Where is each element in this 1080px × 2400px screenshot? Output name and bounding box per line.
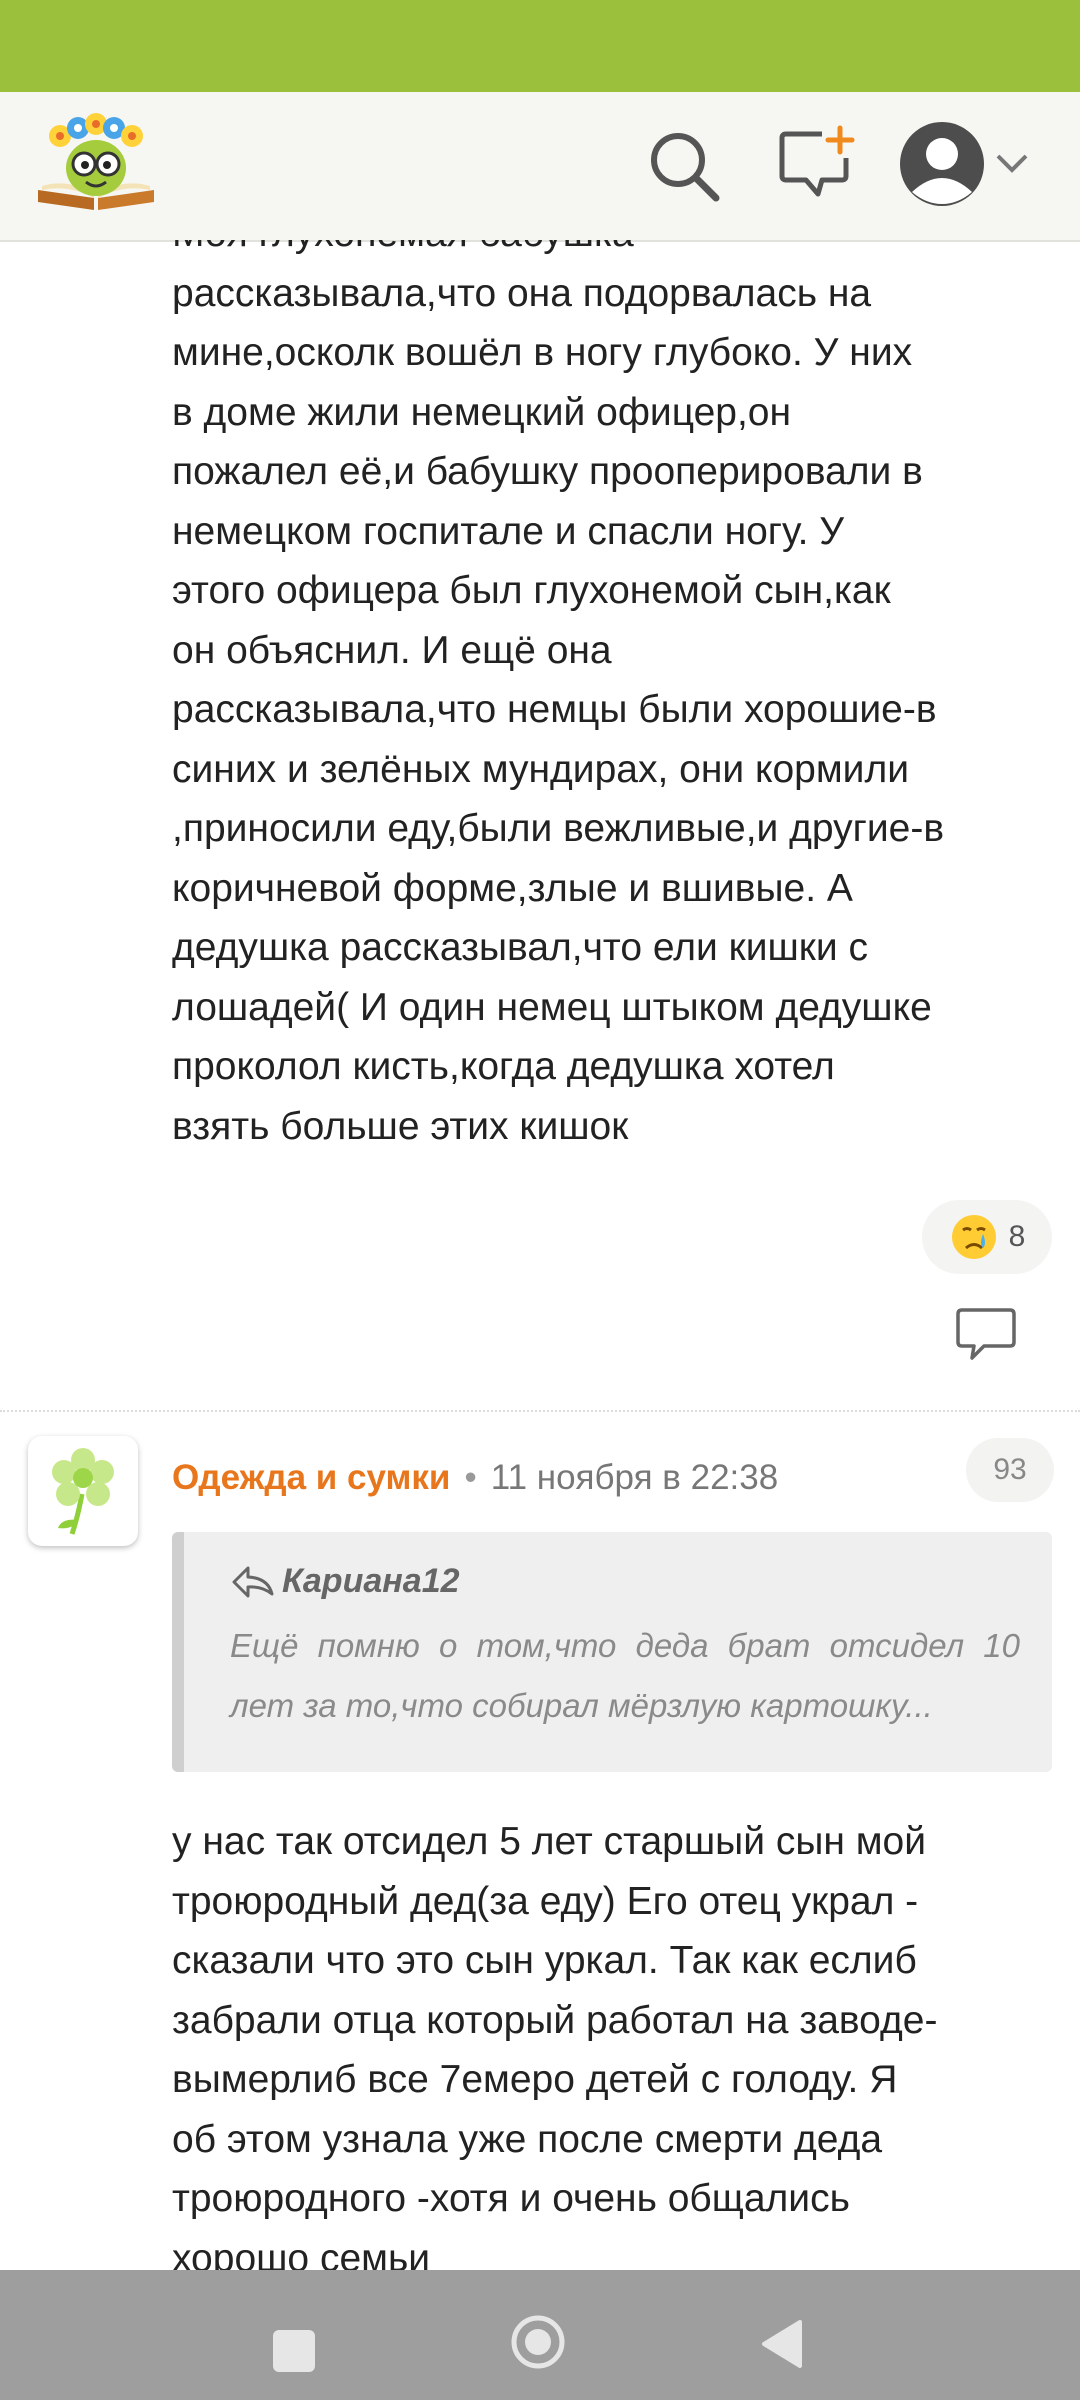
post-text: Моя глухонемая бабушка рассказывала,что … bbox=[172, 240, 1052, 1156]
recent-apps-button[interactable] bbox=[273, 2330, 315, 2372]
feed: Моя глухонемая бабушка рассказывала,что … bbox=[0, 240, 1080, 2270]
quote-text: Ещё помню о том,что деда брат отсидел 10… bbox=[230, 1627, 1020, 1724]
system-nav-bar bbox=[0, 2270, 1080, 2400]
quote-box[interactable]: Кариана12 Ещё помню о том,что деда брат … bbox=[172, 1532, 1052, 1772]
post-line: он объяснил. И ещё она bbox=[172, 628, 612, 672]
comment-meta: Одежда и сумки • 11 ноября в 22:38 bbox=[172, 1448, 778, 1508]
post-line: взять больше этих кишок bbox=[172, 1104, 629, 1148]
comment-time: 11 ноября в 22:38 bbox=[490, 1458, 779, 1497]
comment-line: троюродный дед(за еду) Его отец украл - bbox=[172, 1879, 919, 1923]
post-line: проколол кисть,когда дедушка хотел bbox=[172, 1045, 835, 1088]
crying-face-icon bbox=[951, 1215, 996, 1259]
app-logo[interactable] bbox=[34, 106, 158, 216]
comment-line: вымерлиб все 7емеро детей с голоду. Я bbox=[172, 2058, 898, 2101]
quote-author-name: Кариана12 bbox=[282, 1562, 460, 1600]
reply-arrow-icon bbox=[232, 1566, 274, 1597]
comment-line: забрали отца который работал на заводе- bbox=[172, 1998, 938, 2042]
divider bbox=[0, 1410, 1080, 1412]
reaction-button[interactable]: 8 bbox=[922, 1200, 1052, 1274]
comment-line: троюродного -хотя и очень общались bbox=[172, 2177, 850, 2220]
comment-line: сказали что это сын уркал. Так как еслиб bbox=[172, 1939, 917, 1982]
status-bar bbox=[0, 0, 1080, 92]
post-line: мине,осколк вошёл в ногу глубоко. У них bbox=[172, 331, 913, 374]
post-line: ,приносили еду,были вежливые,и другие-в bbox=[172, 807, 945, 850]
post-line: рассказывала,что немцы были хорошие-в bbox=[172, 688, 937, 731]
search-icon[interactable] bbox=[644, 126, 724, 206]
post-line: лошадей( И один немец штыком дедушке bbox=[172, 985, 932, 1029]
post-line: рассказывала,что она подорвалась на bbox=[172, 271, 872, 315]
chevron-down-icon[interactable] bbox=[992, 148, 1032, 178]
flower-icon bbox=[52, 1448, 114, 1535]
comment-icon[interactable] bbox=[954, 1304, 1018, 1364]
comment-text: у нас так отсидел 5 лет старшый сын мой … bbox=[172, 1812, 1052, 2270]
post-line: синих и зелёных мундирах, они кормили bbox=[172, 747, 910, 791]
back-button[interactable] bbox=[758, 2318, 808, 2370]
quote-author: Кариана12 bbox=[230, 1562, 460, 1601]
comment-line: у нас так отсидел 5 лет старшый сын мой bbox=[172, 1820, 927, 1863]
post-line: дедушка рассказывал,что ели кишки с bbox=[172, 926, 868, 969]
group-avatar[interactable] bbox=[28, 1436, 138, 1546]
profile-avatar-icon[interactable] bbox=[898, 120, 986, 208]
post-line: в доме жили немецкий офицер,он bbox=[172, 390, 792, 434]
comment-count-badge[interactable]: 93 bbox=[966, 1438, 1054, 1502]
add-note-icon[interactable] bbox=[776, 124, 860, 204]
comment-line: хорошо семьи bbox=[172, 2236, 431, 2271]
post-line: немецком госпитале и спасли ногу. У bbox=[172, 509, 845, 553]
comment-line: об этом узнала уже после смерти деда bbox=[172, 2117, 883, 2161]
meta-separator: • bbox=[464, 1458, 477, 1497]
post-line: коричневой форме,злые и вшивые. А bbox=[172, 866, 853, 910]
post-line: этого офицера был глухонемой сын,как bbox=[172, 569, 891, 612]
home-button[interactable] bbox=[510, 2314, 566, 2370]
post-line: Моя глухонемая бабушка bbox=[172, 240, 1052, 264]
group-name-link[interactable]: Одежда и сумки bbox=[172, 1458, 450, 1497]
reaction-count: 8 bbox=[1008, 1220, 1026, 1253]
post-line: пожалел её,и бабушку прооперировали в bbox=[172, 450, 923, 493]
app-header bbox=[0, 92, 1080, 242]
